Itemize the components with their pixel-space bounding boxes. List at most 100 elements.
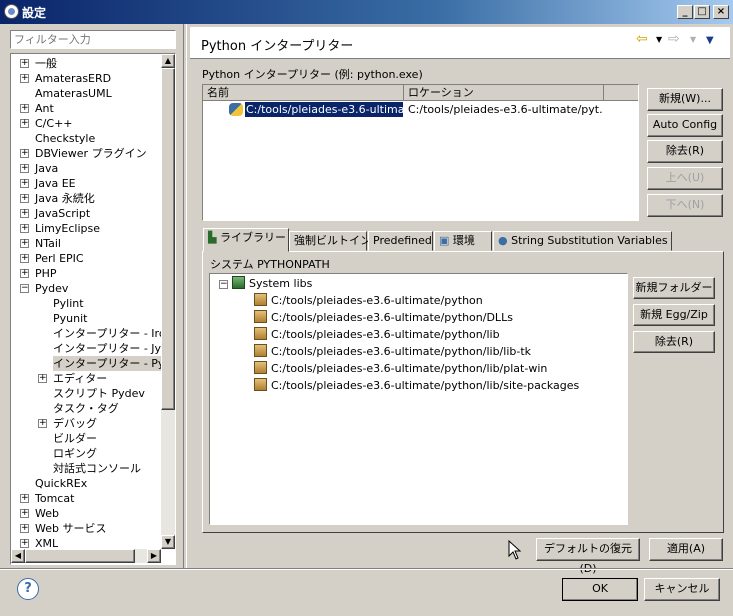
tree-hscrollbar[interactable]: ◀ ▶ [11, 549, 161, 563]
tree-item[interactable]: インタープリター - Jyth [53, 341, 174, 356]
new-interpreter-button[interactable]: 新規(W)... [647, 88, 723, 111]
tree-item[interactable]: 一般 [35, 56, 59, 71]
tree-scroll-thumb[interactable] [161, 68, 175, 410]
tree-item[interactable]: スクリプト Pydev [53, 386, 147, 401]
tab-forced-builtins[interactable]: 強制ビルトイン [289, 231, 371, 251]
tree-item[interactable]: Java [35, 161, 60, 176]
tab-environment[interactable]: ▣ 環境 [434, 231, 492, 251]
move-up-button[interactable]: 上へ(U) [647, 167, 723, 190]
filter-input[interactable] [10, 30, 176, 49]
title-bar[interactable]: 設定 _ □ × [0, 0, 733, 24]
tree-item[interactable]: Ant [35, 101, 56, 116]
tree-item[interactable]: Pydev [35, 281, 70, 296]
expand-toggle-icon[interactable]: + [20, 194, 29, 203]
expand-toggle-icon[interactable]: + [20, 269, 29, 278]
expand-toggle-icon[interactable]: + [20, 239, 29, 248]
expand-toggle-icon[interactable]: + [20, 179, 29, 188]
tree-item[interactable]: Web サービス [35, 521, 108, 536]
expand-toggle-icon[interactable]: + [20, 164, 29, 173]
column-name-header[interactable]: 名前 [203, 85, 404, 101]
interpreter-table[interactable]: 名前 ロケーション C:/tools/pleiades-e3.6-ultimat… [202, 84, 639, 221]
collapse-toggle-icon[interactable]: − [219, 280, 228, 289]
expand-toggle-icon[interactable]: + [20, 119, 29, 128]
pythonpath-tree[interactable]: − System libs C:/tools/pleiades-e3.6-ult… [209, 273, 628, 525]
scroll-right-arrow-icon[interactable]: ▶ [147, 549, 161, 563]
expand-toggle-icon[interactable]: + [20, 254, 29, 263]
tree-item[interactable]: Web [35, 506, 61, 521]
tree-vscrollbar[interactable]: ▲ ▼ [161, 54, 175, 549]
column-location-header[interactable]: ロケーション [404, 85, 604, 101]
remove-path-button[interactable]: 除去(R) [633, 331, 715, 353]
restore-defaults-button[interactable]: デフォルトの復元(D) [536, 538, 640, 575]
tree-item[interactable]: C/C++ [35, 116, 75, 131]
tree-item[interactable]: PHP [35, 266, 59, 281]
minimize-button[interactable]: _ [677, 5, 693, 19]
tree-item[interactable]: Pylint [53, 296, 86, 311]
tree-item[interactable]: インタープリター - Pyth [53, 356, 175, 371]
apply-button[interactable]: 適用(A) [649, 538, 723, 561]
expand-toggle-icon[interactable]: + [20, 209, 29, 218]
tree-item[interactable]: Pyunit [53, 311, 89, 326]
expand-toggle-icon[interactable]: + [38, 419, 47, 428]
tree-item[interactable]: デバッグ [53, 416, 99, 431]
collapse-toggle-icon[interactable]: − [20, 284, 29, 293]
pythonpath-entry[interactable]: C:/tools/pleiades-e3.6-ultimate/python/l… [254, 327, 500, 342]
expand-toggle-icon[interactable]: + [20, 74, 29, 83]
tree-item[interactable]: Checkstyle [35, 131, 97, 146]
pythonpath-entry[interactable]: C:/tools/pleiades-e3.6-ultimate/python/l… [254, 378, 579, 393]
tree-item[interactable]: LimyEclipse [35, 221, 102, 236]
tab-libraries[interactable]: ▙ ライブラリー [203, 228, 289, 252]
expand-toggle-icon[interactable]: + [38, 374, 47, 383]
scroll-up-arrow-icon[interactable]: ▲ [161, 54, 175, 68]
tab-predefined[interactable]: Predefined [368, 231, 433, 251]
ok-button[interactable]: OK [562, 578, 638, 601]
tree-hscroll-thumb[interactable] [25, 549, 135, 563]
tree-item[interactable]: ロギング [53, 446, 99, 461]
scroll-left-arrow-icon[interactable]: ◀ [11, 549, 25, 563]
pythonpath-entry[interactable]: C:/tools/pleiades-e3.6-ultimate/python/l… [254, 344, 531, 359]
tab-string-substitution[interactable]: ● String Substitution Variables [493, 231, 672, 251]
expand-toggle-icon[interactable]: + [20, 224, 29, 233]
help-icon[interactable]: ? [17, 578, 39, 600]
expand-toggle-icon[interactable]: + [20, 509, 29, 518]
cancel-button[interactable]: キャンセル [644, 578, 720, 601]
tree-item[interactable]: エディター [53, 371, 109, 386]
tree-item[interactable]: NTail [35, 236, 63, 251]
new-egg-zip-button[interactable]: 新規 Egg/Zip [633, 304, 715, 326]
system-libs-node[interactable]: System libs [232, 276, 312, 291]
tree-item[interactable]: Java EE [35, 176, 78, 191]
panel-sash[interactable] [183, 24, 187, 570]
pythonpath-entry[interactable]: C:/tools/pleiades-e3.6-ultimate/python/D… [254, 310, 513, 325]
tree-item[interactable]: インタープリター - Iron [53, 326, 175, 341]
tree-item[interactable]: Tomcat [35, 491, 76, 506]
tree-item[interactable]: AmaterasUML [35, 86, 114, 101]
tree-item[interactable]: 対話式コンソール [53, 461, 143, 476]
tree-item[interactable]: Perl EPIC [35, 251, 86, 266]
new-folder-button[interactable]: 新規フォルダー [633, 277, 715, 299]
tree-item[interactable]: Java 永続化 [35, 191, 97, 206]
tree-item[interactable]: AmaterasERD [35, 71, 113, 86]
tree-item[interactable]: QuickREx [35, 476, 89, 491]
expand-toggle-icon[interactable]: + [20, 149, 29, 158]
expand-toggle-icon[interactable]: + [20, 59, 29, 68]
remove-interpreter-button[interactable]: 除去(R) [647, 140, 723, 163]
expand-toggle-icon[interactable]: + [20, 104, 29, 113]
tree-item[interactable]: DBViewer プラグイン [35, 146, 149, 161]
move-down-button[interactable]: 下へ(N) [647, 194, 723, 217]
close-button[interactable]: × [713, 5, 729, 19]
back-arrow-icon[interactable]: ⇦ [636, 31, 648, 47]
tree-item[interactable]: ビルダー [53, 431, 99, 446]
expand-toggle-icon[interactable]: + [20, 524, 29, 533]
view-menu-icon[interactable]: ▼ [706, 35, 714, 46]
table-row[interactable]: C:/tools/pleiades-e3.6-ultimate/python/p… [203, 102, 638, 118]
expand-toggle-icon[interactable]: + [20, 539, 29, 548]
pythonpath-entry[interactable]: C:/tools/pleiades-e3.6-ultimate/python/l… [254, 361, 547, 376]
preference-tree[interactable]: + 一般 + AmaterasERD AmaterasUML + Ant + C/C++ Chec… [10, 53, 176, 565]
tree-item[interactable]: タスク・タグ [53, 401, 121, 416]
expand-toggle-icon[interactable]: + [20, 494, 29, 503]
pythonpath-entry[interactable]: C:/tools/pleiades-e3.6-ultimate/python [254, 293, 483, 308]
tree-item[interactable]: JavaScript [35, 206, 92, 221]
auto-config-button[interactable]: Auto Config [647, 114, 723, 137]
back-menu-chevron-icon[interactable]: ▼ [656, 35, 662, 44]
maximize-button[interactable]: □ [694, 5, 710, 19]
